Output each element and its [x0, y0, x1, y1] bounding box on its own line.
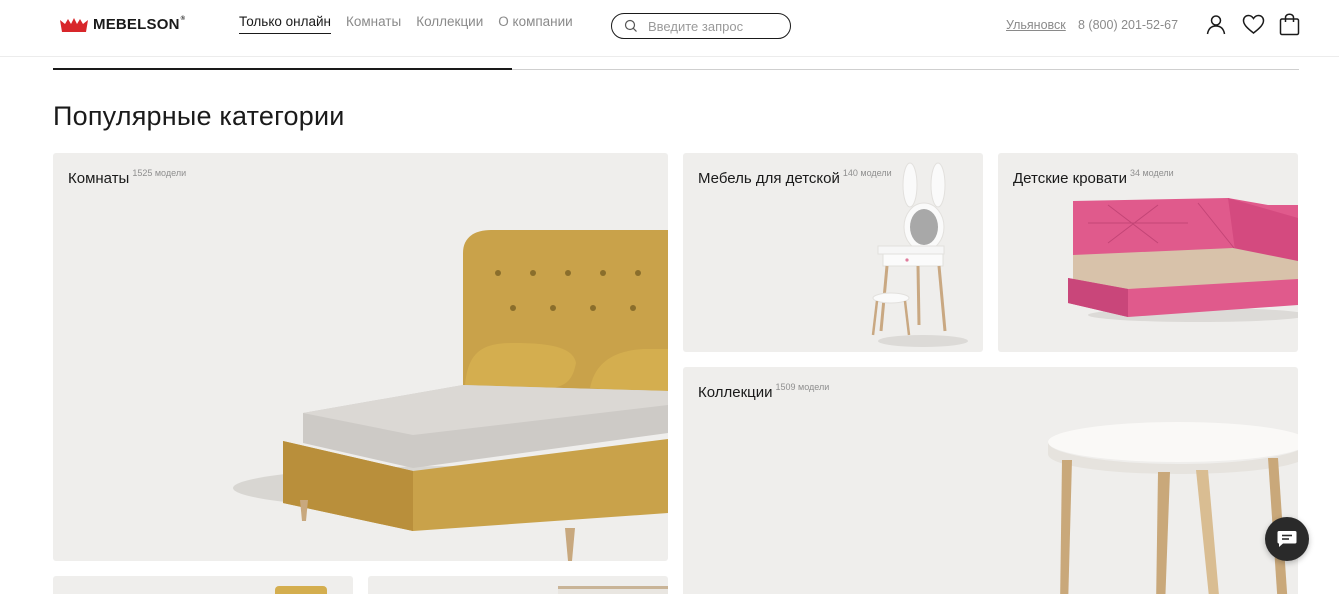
nav-item-online-only[interactable]: Только онлайн [239, 14, 331, 34]
phone-number[interactable]: 8 (800) 201-52-67 [1078, 18, 1178, 32]
nav-item-rooms[interactable]: Комнаты [346, 14, 401, 34]
chat-icon [1277, 531, 1297, 547]
search-icon [624, 19, 638, 33]
scroll-progress [53, 68, 512, 70]
card-count: 1509 модели [775, 382, 830, 392]
card-label: Коллекции 1509 модели [698, 382, 830, 401]
category-card-rooms[interactable]: Комнаты 1525 модели [53, 153, 668, 561]
header: MEBELSON® Только онлайн Комнаты Коллекци… [0, 0, 1339, 57]
wardrobe-image [558, 586, 668, 594]
search-input[interactable] [648, 18, 778, 34]
crown-logo-icon [60, 17, 88, 32]
card-count: 34 модели [1129, 168, 1174, 178]
user-icon[interactable] [1204, 12, 1228, 36]
round-table-image [1048, 422, 1298, 594]
category-card-collections[interactable]: Коллекции 1509 модели [683, 367, 1298, 594]
card-count: 1525 модели [132, 168, 187, 178]
card-label: Мебель для детской 140 модели [698, 168, 892, 187]
brand-logo[interactable]: MEBELSON® [59, 16, 185, 33]
city-selector[interactable]: Ульяновск [1006, 18, 1066, 32]
kids-bed-image [1068, 198, 1298, 322]
category-card-kids-beds[interactable]: Детские кровати 34 модели [998, 153, 1298, 352]
card-label: Детские кровати 34 модели [1013, 168, 1174, 187]
card-label: Комнаты 1525 модели [68, 168, 187, 187]
search-box[interactable] [611, 13, 791, 39]
card-count: 140 модели [842, 168, 892, 178]
brand-name: MEBELSON® [93, 16, 186, 33]
section-title: Популярные категории [53, 101, 345, 131]
heart-icon[interactable] [1241, 12, 1265, 36]
main-nav: Только онлайн Комнаты Коллекции О компан… [239, 14, 573, 34]
nav-item-about[interactable]: О компании [498, 14, 572, 34]
category-card-kids-furniture[interactable]: Мебель для детской 140 модели [683, 153, 983, 352]
bag-icon[interactable] [1277, 12, 1301, 36]
nav-item-collections[interactable]: Коллекции [416, 14, 483, 34]
armchair-image [275, 586, 327, 594]
category-card-bottom-middle[interactable] [368, 576, 668, 594]
chat-button[interactable] [1265, 517, 1309, 561]
bed-image [233, 230, 668, 561]
category-card-bottom-left[interactable] [53, 576, 353, 594]
